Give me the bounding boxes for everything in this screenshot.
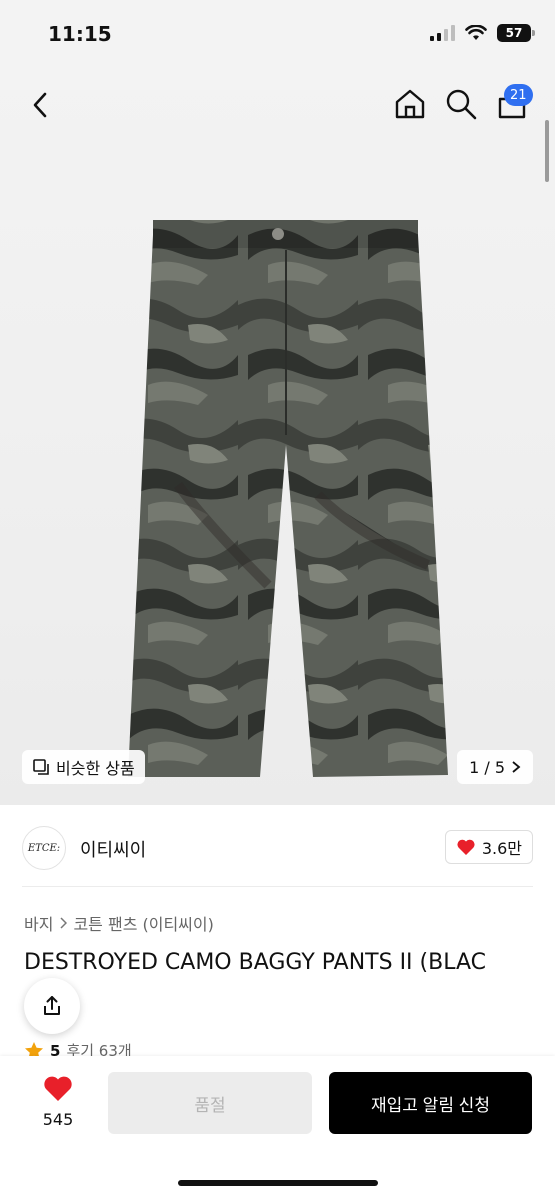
share-button[interactable] (24, 978, 80, 1034)
restock-alert-button[interactable]: 재입고 알림 신청 (329, 1072, 532, 1134)
brand-like-count: 3.6만 (481, 839, 522, 858)
brand-like-button[interactable]: 3.6만 (444, 830, 533, 864)
divider (22, 886, 533, 887)
chevron-right-icon (60, 917, 68, 929)
wishlist-button[interactable]: 545 (28, 1074, 88, 1129)
cellular-signal-icon (430, 25, 455, 41)
similar-products-button[interactable]: 비슷한 상품 (22, 750, 145, 784)
page-indicator-text: 1 / 5 (469, 757, 505, 777)
similar-products-label: 비슷한 상품 (56, 759, 135, 778)
battery-icon: 57 (497, 24, 535, 42)
status-icons: 57 (430, 24, 535, 42)
product-image-gallery[interactable]: 21 비슷한 상품 1 / 5 (0, 70, 555, 805)
heart-icon (44, 1076, 72, 1101)
breadcrumb-subcategory[interactable]: 코튼 팬츠 (이티씨이) (73, 911, 213, 935)
heart-icon (457, 839, 475, 855)
breadcrumb: 바지 코튼 팬츠 (이티씨이) (24, 911, 214, 935)
scrollbar[interactable] (545, 120, 549, 182)
wishlist-count: 545 (42, 1110, 74, 1129)
cart-count-badge: 21 (504, 84, 533, 106)
brand-logo-text: ETCE: (27, 842, 61, 854)
product-image (128, 220, 448, 777)
bottom-action-bar: 545 품절 재입고 알림 신청 (0, 1056, 555, 1200)
back-icon[interactable] (26, 90, 56, 120)
product-title: DESTROYED CAMO BAGGY PANTS II (BLAC (24, 950, 486, 975)
copy-icon (33, 759, 49, 775)
brand-row: ETCE: 이티씨이 3.6만 (0, 818, 555, 874)
wifi-icon (465, 25, 487, 40)
home-icon[interactable] (392, 86, 428, 122)
breadcrumb-category[interactable]: 바지 (24, 911, 53, 935)
share-icon (44, 996, 60, 1015)
brand-logo[interactable]: ETCE: (22, 826, 66, 870)
status-time: 11:15 (48, 22, 112, 46)
chevron-right-icon (512, 761, 521, 773)
battery-level: 57 (505, 26, 523, 40)
home-indicator[interactable] (178, 1180, 378, 1186)
search-icon[interactable] (443, 86, 479, 122)
brand-name[interactable]: 이티씨이 (80, 836, 146, 862)
sold-out-button[interactable]: 품절 (108, 1072, 312, 1134)
image-page-counter[interactable]: 1 / 5 (457, 750, 533, 784)
status-bar: 11:15 57 (0, 0, 555, 70)
